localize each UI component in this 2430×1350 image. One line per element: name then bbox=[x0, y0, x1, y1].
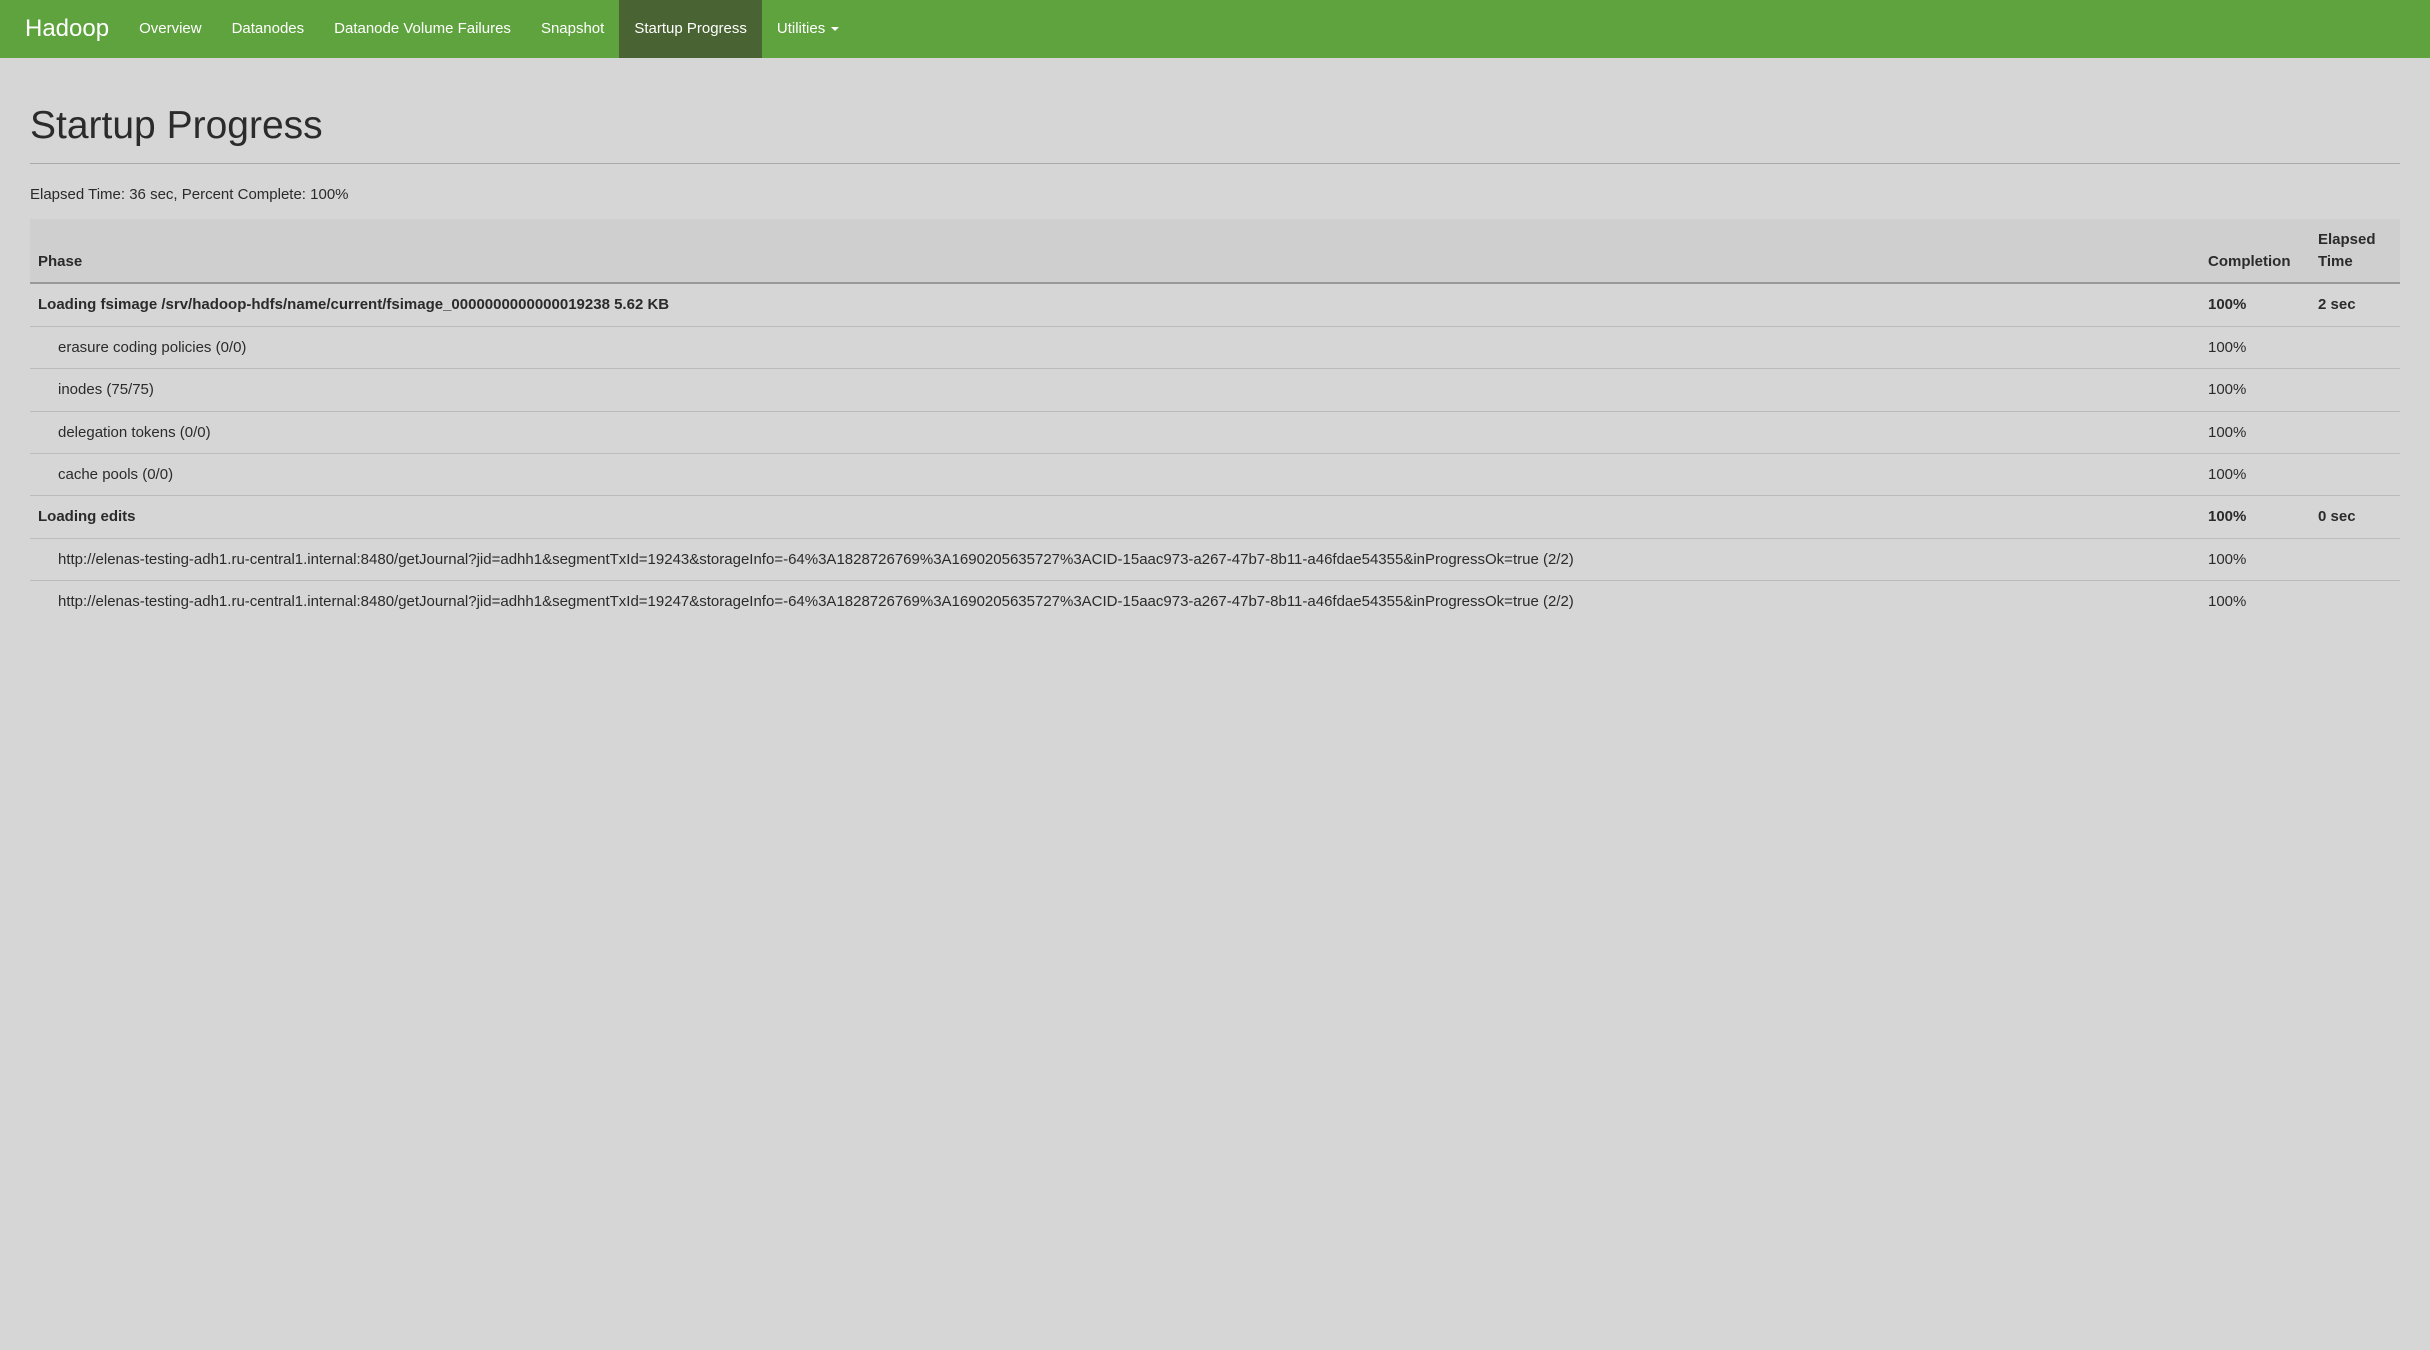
table-row: inodes (75/75) 100% bbox=[30, 369, 2400, 411]
phase-cell: inodes (75/75) bbox=[30, 369, 2200, 411]
table-row: delegation tokens (0/0) 100% bbox=[30, 411, 2400, 453]
col-header-completion: Completion bbox=[2200, 219, 2310, 283]
phase-cell: http://elenas-testing-adh1.ru-central1.i… bbox=[30, 581, 2200, 623]
table-row: http://elenas-testing-adh1.ru-central1.i… bbox=[30, 538, 2400, 580]
startup-progress-table: Phase Completion Elapsed Time Loading fs… bbox=[30, 219, 2400, 622]
table-row: erasure coding policies (0/0) 100% bbox=[30, 326, 2400, 368]
elapsed-cell bbox=[2310, 411, 2400, 453]
elapsed-cell: 2 sec bbox=[2310, 283, 2400, 326]
table-row: http://elenas-testing-adh1.ru-central1.i… bbox=[30, 581, 2400, 623]
nav-link-startup-progress[interactable]: Startup Progress bbox=[619, 0, 762, 58]
main-container: Startup Progress Elapsed Time: 36 sec, P… bbox=[0, 98, 2430, 622]
nav-link-datanode-volume-failures[interactable]: Datanode Volume Failures bbox=[319, 0, 526, 58]
elapsed-cell bbox=[2310, 453, 2400, 495]
nav-item-datanode-volume-failures: Datanode Volume Failures bbox=[319, 0, 526, 58]
table-row: Loading edits 100% 0 sec bbox=[30, 496, 2400, 538]
completion-cell: 100% bbox=[2200, 326, 2310, 368]
completion-cell: 100% bbox=[2200, 581, 2310, 623]
nav-link-snapshot[interactable]: Snapshot bbox=[526, 0, 619, 58]
completion-cell: 100% bbox=[2200, 538, 2310, 580]
brand-link[interactable]: Hadoop bbox=[15, 0, 124, 58]
phase-cell: Loading edits bbox=[30, 496, 2200, 538]
col-header-phase: Phase bbox=[30, 219, 2200, 283]
nav-item-startup-progress: Startup Progress bbox=[619, 0, 762, 58]
elapsed-cell bbox=[2310, 581, 2400, 623]
table-row: cache pools (0/0) 100% bbox=[30, 453, 2400, 495]
phase-cell: erasure coding policies (0/0) bbox=[30, 326, 2200, 368]
page-header: Startup Progress bbox=[30, 98, 2400, 164]
top-navbar: Hadoop Overview Datanodes Datanode Volum… bbox=[0, 0, 2430, 58]
nav-link-overview[interactable]: Overview bbox=[124, 0, 217, 58]
completion-cell: 100% bbox=[2200, 453, 2310, 495]
phase-cell: cache pools (0/0) bbox=[30, 453, 2200, 495]
phase-cell: Loading fsimage /srv/hadoop-hdfs/name/cu… bbox=[30, 283, 2200, 326]
completion-cell: 100% bbox=[2200, 496, 2310, 538]
summary-line: Elapsed Time: 36 sec, Percent Complete: … bbox=[30, 184, 2400, 205]
elapsed-cell bbox=[2310, 369, 2400, 411]
table-header-row: Phase Completion Elapsed Time bbox=[30, 219, 2400, 283]
nav-link-utilities-label: Utilities bbox=[777, 18, 825, 39]
elapsed-cell: 0 sec bbox=[2310, 496, 2400, 538]
elapsed-cell bbox=[2310, 326, 2400, 368]
nav-item-utilities: Utilities bbox=[762, 0, 854, 58]
completion-cell: 100% bbox=[2200, 411, 2310, 453]
nav-link-utilities[interactable]: Utilities bbox=[762, 0, 854, 58]
completion-cell: 100% bbox=[2200, 369, 2310, 411]
nav-item-datanodes: Datanodes bbox=[217, 0, 320, 58]
nav-item-overview: Overview bbox=[124, 0, 217, 58]
chevron-down-icon bbox=[831, 27, 839, 31]
table-row: Loading fsimage /srv/hadoop-hdfs/name/cu… bbox=[30, 283, 2400, 326]
nav-link-datanodes[interactable]: Datanodes bbox=[217, 0, 320, 58]
table-body: Loading fsimage /srv/hadoop-hdfs/name/cu… bbox=[30, 283, 2400, 622]
phase-cell: delegation tokens (0/0) bbox=[30, 411, 2200, 453]
col-header-elapsed-time: Elapsed Time bbox=[2310, 219, 2400, 283]
elapsed-cell bbox=[2310, 538, 2400, 580]
nav-item-snapshot: Snapshot bbox=[526, 0, 619, 58]
completion-cell: 100% bbox=[2200, 283, 2310, 326]
page-title: Startup Progress bbox=[30, 98, 2400, 154]
phase-cell: http://elenas-testing-adh1.ru-central1.i… bbox=[30, 538, 2200, 580]
nav-list: Overview Datanodes Datanode Volume Failu… bbox=[124, 0, 854, 58]
